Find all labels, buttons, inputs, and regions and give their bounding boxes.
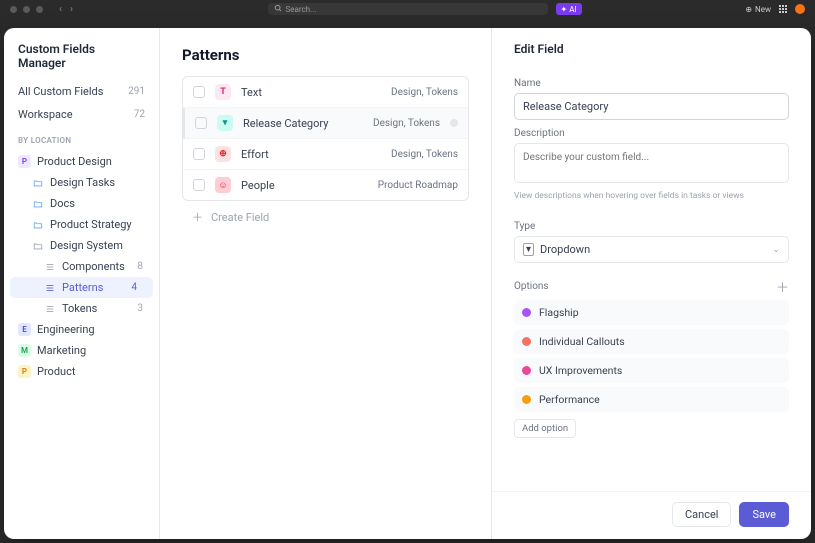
add-option-button[interactable]: Add option (514, 419, 576, 438)
field-list: T Text Design, Tokens ▾ Release Category… (182, 76, 469, 201)
sidebar-title: Custom Fields Manager (4, 42, 159, 80)
sidebar-workspace[interactable]: Workspace 72 (4, 103, 159, 126)
traffic-close[interactable] (10, 6, 17, 13)
sidebar-item-design-system[interactable]: Design System (4, 235, 159, 256)
space-badge-icon: P (18, 155, 31, 168)
field-location: Design, Tokens (391, 87, 458, 98)
sidebar-item-engineering[interactable]: E Engineering (4, 319, 159, 340)
traffic-max[interactable] (36, 6, 43, 13)
folder-open-icon (32, 241, 44, 251)
type-label: Type (514, 221, 789, 232)
color-dot-icon (522, 337, 531, 346)
sparkle-icon: ✦ (561, 5, 568, 14)
apps-icon[interactable] (779, 5, 787, 13)
selected-indicator-icon (450, 119, 458, 127)
sidebar-item-product-design[interactable]: P Product Design (4, 151, 159, 172)
search-placeholder: Search... (286, 5, 317, 14)
new-button[interactable]: ⊕ New (745, 5, 771, 14)
field-type-icon: ☺ (215, 177, 231, 193)
field-location: Design, Tokens (391, 149, 458, 160)
list-icon (44, 304, 56, 314)
edit-field-panel: Edit Field Name Description View descrip… (491, 28, 811, 539)
sidebar-item-product[interactable]: P Product (4, 361, 159, 382)
nav-forward-icon[interactable]: › (70, 4, 73, 15)
field-type-icon: ⊕ (215, 146, 231, 162)
color-dot-icon (522, 395, 531, 404)
field-name: Effort (241, 148, 381, 161)
space-badge-icon: E (18, 323, 31, 336)
field-type-icon: ▾ (217, 115, 233, 131)
traffic-min[interactable] (23, 6, 30, 13)
name-input[interactable] (514, 93, 789, 120)
color-dot-icon (522, 366, 531, 375)
nav-back-icon[interactable]: ‹ (59, 4, 62, 15)
option-label: Performance (539, 393, 600, 406)
sidebar-heading: BY LOCATION (4, 126, 159, 151)
field-row[interactable]: ⊕ Effort Design, Tokens (183, 139, 468, 170)
field-checkbox[interactable] (195, 117, 207, 129)
search-icon (274, 4, 282, 14)
field-location: Product Roadmap (378, 180, 458, 191)
options-list: Flagship Individual Callouts UX Improvem… (514, 300, 789, 412)
option-label: Individual Callouts (539, 335, 625, 348)
field-name: Release Category (243, 117, 363, 130)
folder-icon (32, 220, 44, 230)
field-checkbox[interactable] (193, 86, 205, 98)
plus-icon: ＋ (192, 209, 203, 225)
chevron-down-icon: ⌄ (772, 245, 780, 255)
field-location: Design, Tokens (373, 118, 440, 129)
sidebar: Custom Fields Manager All Custom Fields … (4, 28, 160, 539)
sidebar-item-marketing[interactable]: M Marketing (4, 340, 159, 361)
option-label: UX Improvements (539, 364, 622, 377)
avatar[interactable] (795, 4, 805, 14)
plus-icon: ⊕ (745, 5, 752, 14)
options-label: Options (514, 281, 549, 292)
field-name: Text (241, 86, 381, 99)
sidebar-item-design-tasks[interactable]: Design Tasks (4, 172, 159, 193)
name-label: Name (514, 78, 789, 89)
option-label: Flagship (539, 306, 579, 319)
custom-fields-dialog: Custom Fields Manager All Custom Fields … (4, 28, 811, 539)
sidebar-item-docs[interactable]: Docs (4, 193, 159, 214)
description-input[interactable] (514, 143, 789, 183)
space-badge-icon: M (18, 344, 31, 357)
field-name: People (241, 179, 368, 192)
option-row[interactable]: Individual Callouts (514, 329, 789, 354)
content-panel: Patterns T Text Design, Tokens ▾ Release… (160, 28, 491, 539)
field-type-icon: T (215, 84, 231, 100)
sidebar-item-tokens[interactable]: Tokens 3 (4, 298, 159, 319)
space-badge-icon: P (18, 365, 31, 378)
field-row[interactable]: ☺ People Product Roadmap (183, 170, 468, 200)
sidebar-item-patterns[interactable]: Patterns 4 (10, 277, 153, 298)
save-button[interactable]: Save (739, 502, 789, 527)
list-icon (44, 262, 56, 272)
panel-title: Edit Field (492, 42, 811, 66)
field-row[interactable]: ▾ Release Category Design, Tokens (183, 108, 468, 139)
type-select[interactable]: ▾ Dropdown ⌄ (514, 236, 789, 263)
option-row[interactable]: Performance (514, 387, 789, 412)
sidebar-item-components[interactable]: Components 8 (4, 256, 159, 277)
option-row[interactable]: Flagship (514, 300, 789, 325)
field-checkbox[interactable] (193, 179, 205, 191)
page-title: Patterns (182, 46, 469, 64)
add-option-plus-icon[interactable]: ＋ (776, 277, 789, 296)
description-hint: View descriptions when hovering over fie… (514, 191, 789, 201)
field-row[interactable]: T Text Design, Tokens (183, 77, 468, 108)
ai-button[interactable]: ✦ AI (556, 3, 582, 15)
list-icon (44, 283, 56, 293)
folder-icon (32, 199, 44, 209)
sidebar-item-product-strategy[interactable]: Product Strategy (4, 214, 159, 235)
field-checkbox[interactable] (193, 148, 205, 160)
sidebar-all-fields[interactable]: All Custom Fields 291 (4, 80, 159, 103)
os-topbar: ‹ › Search... ✦ AI ⊕ New (0, 0, 815, 18)
dropdown-type-icon: ▾ (523, 243, 534, 256)
color-dot-icon (522, 308, 531, 317)
description-label: Description (514, 128, 789, 139)
folder-icon (32, 178, 44, 188)
create-field-button[interactable]: ＋ Create Field (182, 201, 469, 233)
cancel-button[interactable]: Cancel (672, 502, 731, 527)
search-input[interactable]: Search... (268, 3, 548, 15)
option-row[interactable]: UX Improvements (514, 358, 789, 383)
